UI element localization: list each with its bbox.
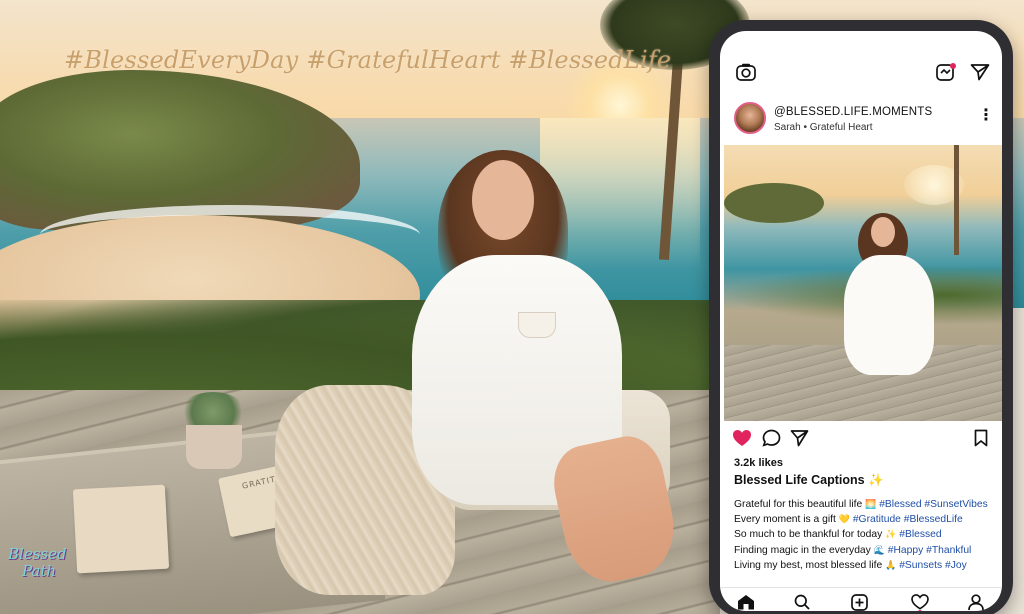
caption-line: Living my best, most blessed life 🙏 #Sun…: [734, 558, 1000, 573]
caption-hashtags[interactable]: #Blessed #SunsetVibes: [879, 499, 988, 510]
caption-line: Finding magic in the everyday 🌊 #Happy #…: [734, 543, 1000, 558]
caption-body: Grateful for this beautiful life 🌅 #Bles…: [734, 497, 1000, 573]
avatar[interactable]: [734, 102, 766, 134]
home-icon[interactable]: [737, 594, 755, 611]
post-subtitle: Sarah • Grateful Heart: [774, 122, 873, 133]
surf: [40, 205, 420, 265]
post-image[interactable]: [724, 145, 1002, 421]
caption-text: Finding magic in the everyday: [734, 544, 871, 556]
messenger-icon[interactable]: [935, 62, 957, 86]
watermark-line2: Path: [22, 562, 57, 580]
instagram-top-bar: [720, 57, 1002, 87]
camera-icon[interactable]: [736, 63, 756, 85]
caption-hashtags[interactable]: #Sunsets #Joy: [899, 560, 967, 571]
watermark-logo: Blessed Path: [8, 546, 92, 602]
post-image-face: [871, 217, 895, 247]
wave-emoji: 🌊: [873, 544, 885, 555]
caption-title: Blessed Life Captions ✨: [734, 473, 884, 488]
caption-text: Grateful for this beautiful life: [734, 499, 863, 510]
instagram-screen: @BLESSED.LIFE.MOMENTS Sarah • Grateful H…: [720, 31, 1002, 611]
send-icon[interactable]: [970, 63, 990, 85]
coffee-cup: [518, 312, 556, 338]
post-username[interactable]: @BLESSED.LIFE.MOMENTS: [774, 106, 932, 118]
caption-hashtags[interactable]: #Happy #Thankful: [888, 545, 972, 556]
caption-text: Living my best, most blessed life: [734, 559, 883, 571]
caption-line: Grateful for this beautiful life 🌅 #Bles…: [734, 497, 1000, 512]
phone-mockup: @BLESSED.LIFE.MOMENTS Sarah • Grateful H…: [709, 20, 1013, 614]
caption-line: So much to be thankful for today ✨ #Bles…: [734, 527, 1000, 542]
post-image-cliff: [724, 183, 824, 223]
caption-text: So much to be thankful for today: [734, 529, 883, 541]
post-image-dress: [844, 255, 934, 375]
post-actions: [720, 427, 1002, 453]
more-icon[interactable]: ⋮: [978, 107, 994, 123]
activity-heart-icon[interactable]: [911, 594, 929, 611]
heart-emoji: 💛: [838, 514, 850, 525]
notification-dot: [918, 610, 922, 611]
caption-title-text: Blessed Life Captions: [734, 473, 865, 487]
watermark-line1: Blessed: [8, 545, 67, 563]
caption-hashtags[interactable]: #Gratitude #BlessedLife: [853, 514, 963, 525]
post-image-palm: [954, 145, 959, 255]
pray-emoji: 🙏: [885, 559, 897, 570]
hashtag-overlay: #BlessedEveryDay #GratefulHeart #Blessed…: [64, 46, 672, 74]
caption-line: Every moment is a gift 💛 #Gratitude #Ble…: [734, 512, 1000, 527]
create-post-icon[interactable]: [851, 594, 868, 611]
post-header: @BLESSED.LIFE.MOMENTS Sarah • Grateful H…: [720, 97, 1002, 145]
bottom-nav: [720, 587, 1002, 611]
share-icon[interactable]: [790, 429, 809, 451]
bookmark-icon[interactable]: [974, 429, 988, 451]
heart-icon[interactable]: [732, 429, 752, 451]
sparkles-icon: ✨: [868, 473, 884, 487]
sunset-emoji: 🌅: [865, 499, 877, 509]
plant-pot: [186, 425, 242, 469]
woman-face: [472, 160, 534, 240]
profile-icon[interactable]: [968, 594, 984, 611]
search-icon[interactable]: [794, 594, 810, 611]
comment-icon[interactable]: [762, 429, 781, 451]
caption-text: Every moment is a gift: [734, 514, 836, 526]
likes-count[interactable]: 3.2k likes: [734, 457, 783, 469]
caption-hashtags[interactable]: #Blessed: [899, 529, 941, 540]
sparkles-emoji: ✨: [885, 529, 897, 540]
